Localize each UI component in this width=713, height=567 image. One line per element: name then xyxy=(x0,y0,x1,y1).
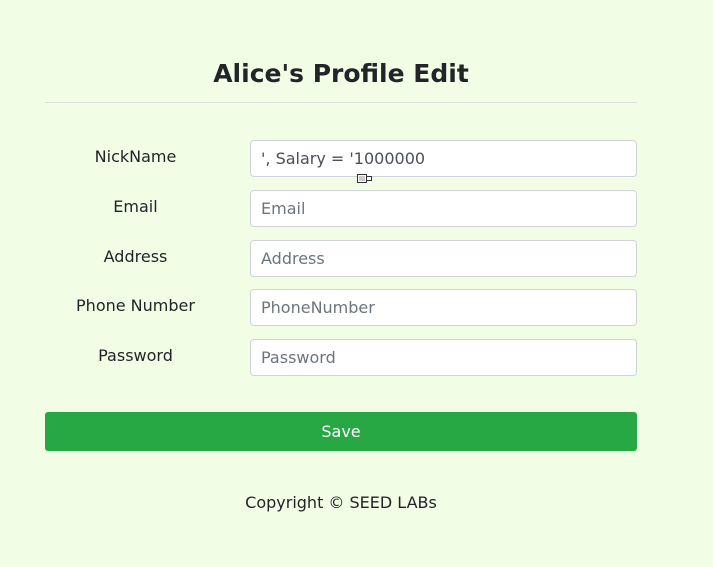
email-row: Email xyxy=(45,190,637,227)
page-title: Alice's Profile Edit xyxy=(213,59,469,88)
password-label: Password xyxy=(98,346,173,365)
phone-number-input[interactable] xyxy=(250,289,637,326)
nickname-label: NickName xyxy=(94,147,177,166)
nickname-input[interactable] xyxy=(250,140,637,177)
text-cursor-icon xyxy=(357,174,372,183)
title-divider xyxy=(45,102,637,103)
email-input[interactable] xyxy=(250,190,637,227)
profile-edit-page: Alice's Profile Edit NickName Email Addr… xyxy=(0,0,713,567)
email-label: Email xyxy=(113,197,158,216)
nickname-row: NickName xyxy=(45,140,637,177)
copyright-footer: Copyright © SEED LABs xyxy=(245,493,437,512)
password-row: Password xyxy=(45,339,637,376)
save-button[interactable]: Save xyxy=(45,412,637,451)
address-input[interactable] xyxy=(250,240,637,277)
password-input[interactable] xyxy=(250,339,637,376)
phone-number-row: Phone Number xyxy=(45,289,637,326)
address-row: Address xyxy=(45,240,637,277)
address-label: Address xyxy=(103,247,168,266)
phone-number-label: Phone Number xyxy=(76,296,195,315)
